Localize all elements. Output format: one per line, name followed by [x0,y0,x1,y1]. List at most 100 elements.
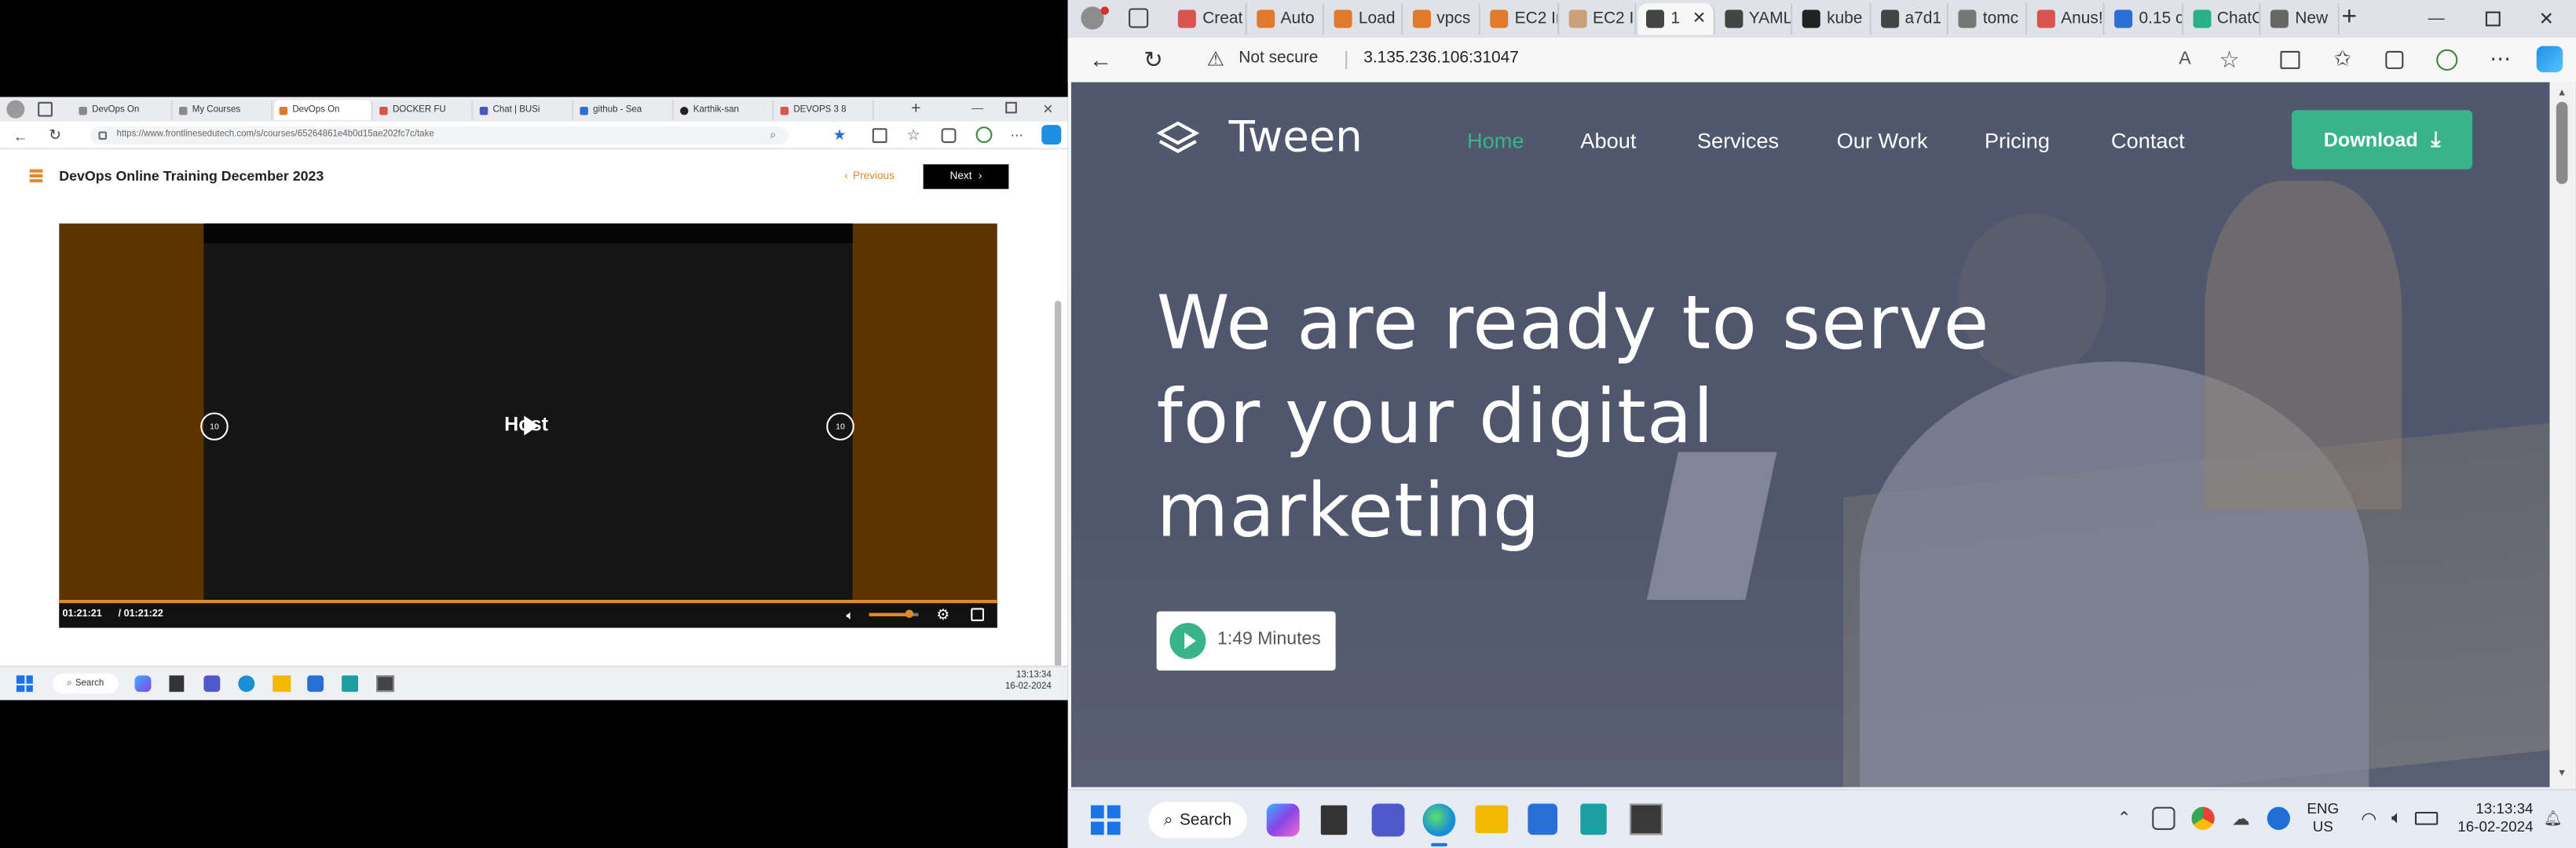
volume-tray-icon[interactable]: 🔈︎ [2385,807,2408,830]
teams-taskbar-icon[interactable] [203,675,221,693]
more-menu-icon[interactable]: ⋯ [2487,46,2513,72]
battery-icon[interactable] [2414,811,2439,825]
zoom-icon[interactable]: ⌕ [766,128,781,143]
copilot-icon[interactable] [1041,125,1062,145]
split-screen-icon[interactable] [2280,50,2300,69]
previous-button[interactable]: ‹ Previous [844,164,895,187]
tab-1[interactable]: DevOps On [74,100,173,120]
taskbar-search[interactable]: ⌕ Search [1148,802,1247,839]
file-explorer-icon[interactable] [1475,805,1509,834]
left-page-scrollbar[interactable] [1053,268,1063,700]
forward-10-icon[interactable]: 10 [826,412,854,440]
tab-6[interactable]: github - Sea [575,100,674,120]
chrome-tray-icon[interactable] [2191,806,2215,830]
tab-10[interactable]: a7d1 [1872,3,1948,35]
refresh-icon[interactable]: ↻ [46,126,64,144]
download-button[interactable]: Download ⤓ [2292,110,2473,170]
fullscreen-icon[interactable] [971,608,984,622]
file-icon[interactable] [1320,805,1348,835]
favorite-star-icon[interactable]: ★ [831,126,847,143]
back-icon[interactable]: ← [1088,46,1114,72]
tab-13[interactable]: 0.15 c [2106,3,2183,35]
brand-name[interactable]: Tween [1229,113,1363,163]
split-screen-icon[interactable] [872,128,887,144]
tab-2[interactable]: Auto [1248,3,1324,35]
tab-7[interactable]: Karthik-san [675,100,774,120]
profile-icon[interactable] [6,100,25,119]
tab-15[interactable]: New [2262,3,2339,35]
left-url-field[interactable]: https://www.frontlinesedutech.com/s/cour… [90,126,789,145]
nav-contact[interactable]: Contact [2111,128,2185,152]
scroll-up-arrow-icon[interactable]: ▲ [2555,86,2570,101]
tab-8[interactable]: DEVOPS 3 8 [775,100,874,120]
tab-4[interactable]: DOCKER FU [375,100,474,120]
file-icon[interactable] [169,675,185,693]
show-hidden-icons-chevron-icon[interactable]: ⌃ [2113,807,2135,830]
tab-5[interactable]: Chat | BUSi [475,100,574,120]
bluetooth-icon[interactable] [2267,806,2290,830]
security-label[interactable]: Not secure [1239,49,1318,68]
tab-12[interactable]: Anus! [2028,3,2105,35]
hamburger-menu-icon[interactable] [29,169,43,182]
snipping-tool-icon[interactable] [1630,803,1663,835]
favorites-icon[interactable]: ☆ [906,126,922,143]
copilot-taskbar-icon[interactable] [1266,803,1300,837]
close-window-icon[interactable]: ✕ [2535,5,2558,31]
collections-icon[interactable] [941,128,957,144]
tab-1[interactable]: Creat [1169,3,1246,35]
extension-icon[interactable] [975,126,993,144]
back-icon[interactable]: ← [12,126,30,144]
tab-actions-icon[interactable] [38,101,53,117]
store-icon[interactable] [1528,803,1558,835]
nav-services[interactable]: Services [1697,128,1779,152]
scroll-thumb[interactable] [2556,101,2568,185]
more-menu-icon[interactable]: ⋯ [1008,126,1025,143]
tab-5[interactable]: EC2 Ir [1482,3,1559,35]
play-icon[interactable] [524,415,540,436]
scroll-down-arrow-icon[interactable]: ▼ [2555,766,2570,780]
copilot-taskbar-icon[interactable] [134,675,152,693]
onedrive-icon[interactable]: ☁ [2227,807,2253,830]
right-page-scrollbar[interactable]: ▲ ▼ [2551,82,2573,788]
video-play-button[interactable]: 1:49 Minutes [1156,611,1336,671]
favorite-star-icon[interactable]: ☆ [2216,46,2242,72]
notifications-bell-icon[interactable]: 🔔︎ [2543,809,2563,828]
next-button[interactable]: Next › [923,164,1009,189]
close-tab-icon[interactable]: ✕ [1692,10,1707,28]
minimize-icon[interactable]: — [2424,5,2447,31]
nav-home[interactable]: Home [1467,128,1524,152]
tab-6[interactable]: EC2 Ir [1560,3,1637,35]
tab-9[interactable]: kube [1794,3,1871,35]
restore-icon[interactable] [2485,11,2501,27]
volume-icon[interactable]: 🔈︎ [843,607,858,623]
tab-14[interactable]: ChatC [2184,3,2261,35]
edge-taskbar-icon[interactable] [1422,803,1456,837]
progress-track[interactable] [59,599,997,604]
tab-11[interactable]: tomc [1950,3,2027,35]
read-aloud-icon[interactable]: A [2172,46,2197,72]
nav-our-work[interactable]: Our Work [1837,128,1928,152]
refresh-icon[interactable]: ↻ [1140,46,1166,72]
notepad-icon[interactable] [342,675,359,693]
minimize-icon[interactable]: — [969,99,986,119]
notepad-icon[interactable] [1580,803,1607,835]
snipping-tool-icon[interactable] [376,675,395,693]
favorites-icon[interactable]: ✩ [2329,46,2355,72]
nav-pricing[interactable]: Pricing [1985,128,2050,152]
right-url-field[interactable]: ⚠ Not secure 3.135.236.106:31047 [1187,41,2256,79]
tab-2[interactable]: My Courses [174,100,273,120]
store-icon[interactable] [307,675,324,693]
tab-8[interactable]: YAML [1716,3,1793,35]
tab-actions-icon[interactable] [1129,8,1149,28]
close-window-icon[interactable]: ✕ [1040,99,1056,119]
new-tab-icon[interactable]: + [2336,3,2362,33]
layers-logo-icon[interactable] [1156,120,1200,159]
new-tab-icon[interactable]: + [907,99,925,119]
copilot-icon[interactable] [2536,46,2563,73]
extension-icon[interactable] [2436,49,2458,71]
taskbar-search[interactable]: ⌕ Search [52,674,119,694]
collections-icon[interactable] [2385,50,2404,69]
nav-about[interactable]: About [1580,128,1636,152]
tab-active[interactable]: 1 ✕ [1637,3,1714,35]
settings-gear-icon[interactable]: ⚙ [935,605,951,623]
